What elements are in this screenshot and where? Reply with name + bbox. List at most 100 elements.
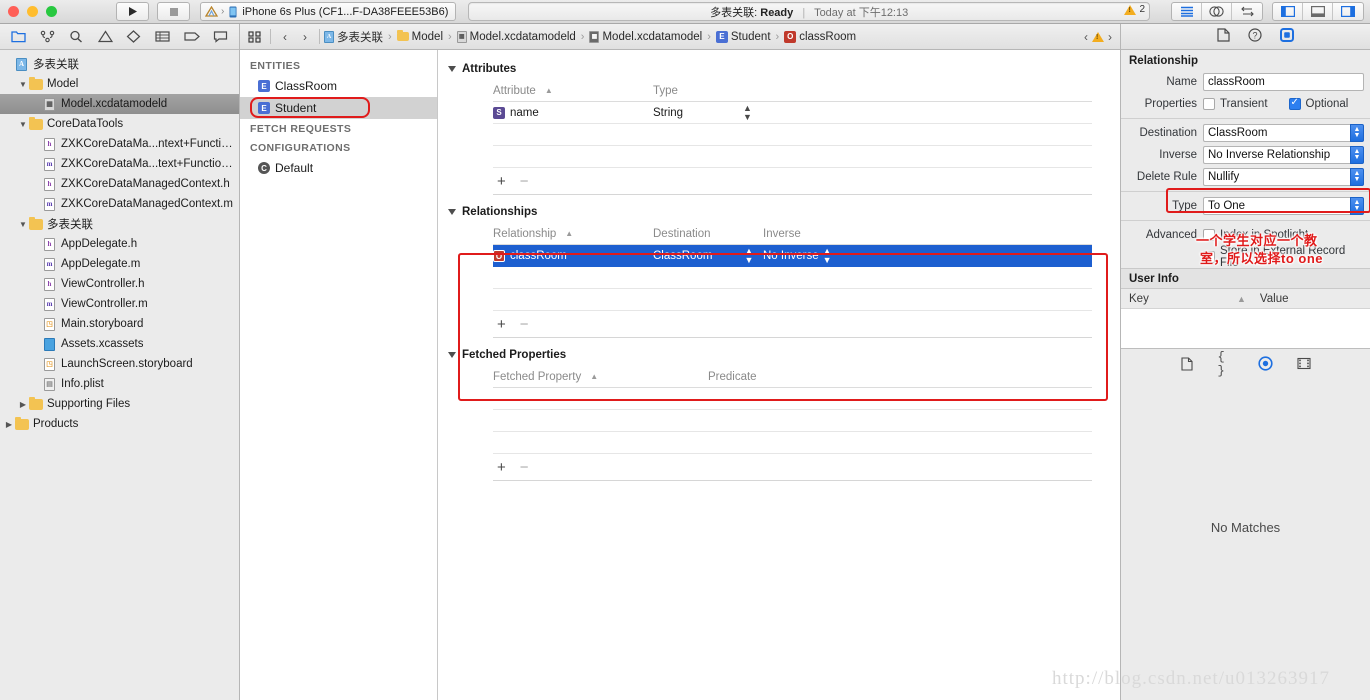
navigator-row[interactable]: ▼ 多表关联 <box>0 214 239 234</box>
disclosure-triangle[interactable]: · <box>4 60 14 69</box>
breadcrumb-item[interactable]: ▦ Model.xcdatamodeld <box>456 30 576 43</box>
breadcrumb-item[interactable]: E Student <box>715 30 771 43</box>
column-attribute[interactable]: Attribute ▲ <box>493 85 653 97</box>
breadcrumb-item[interactable]: ▦ Model.xcdatamodel <box>589 30 702 43</box>
column-fetched-property[interactable]: Fetched Property ▲ <box>493 371 708 383</box>
editor-mode-segment[interactable] <box>1171 2 1263 21</box>
stepper-icon[interactable]: ▲ ▼ <box>743 104 752 122</box>
disclosure-triangle[interactable]: · <box>32 260 42 269</box>
destination-popup[interactable]: ClassRoom ▲ ▼ <box>1203 124 1364 142</box>
disclosure-triangle[interactable]: · <box>32 200 42 209</box>
navigator-row[interactable]: ▶ Products <box>0 414 239 434</box>
column-predicate[interactable]: Predicate <box>708 371 868 383</box>
column-destination[interactable]: Destination <box>653 228 763 240</box>
standard-editor-button[interactable] <box>1172 3 1202 20</box>
stepper-icon[interactable]: ▲ ▼ <box>744 247 753 265</box>
navigator-row[interactable]: ·◳ LaunchScreen.storyboard <box>0 354 239 374</box>
disclosure-triangle[interactable]: · <box>32 320 42 329</box>
column-relationship[interactable]: Relationship ▲ <box>493 228 653 240</box>
close-button[interactable] <box>8 6 19 17</box>
add-relationship-button[interactable]: + <box>497 316 506 333</box>
disclosure-triangle[interactable]: · <box>32 180 42 189</box>
navigator-tab-breakpoint[interactable] <box>181 28 203 46</box>
navigator-tab-project[interactable] <box>7 28 29 46</box>
relationship-row-empty[interactable] <box>493 267 1092 289</box>
stepper-icon[interactable]: ▲ ▼ <box>823 247 832 265</box>
entities-outline-pane[interactable]: ENTITIES E ClassRoom E Student FETCH REQUESTS… <box>240 50 438 700</box>
navigator-row[interactable]: ·m ZXKCoreDataManagedContext.m <box>0 194 239 214</box>
navigator-tab-test[interactable] <box>123 28 145 46</box>
file-template-library-button[interactable] <box>1179 355 1196 372</box>
user-info-value-column[interactable]: Value <box>1260 293 1289 305</box>
navigate-forward-button[interactable]: › <box>295 30 315 44</box>
panel-toggle-segment[interactable] <box>1272 2 1364 21</box>
inspector-tab-help[interactable]: ? <box>1248 28 1262 45</box>
disclosure-triangle[interactable]: · <box>32 380 42 389</box>
column-inverse[interactable]: Inverse <box>763 228 883 240</box>
navigator-row[interactable]: ·h ZXKCoreDataMa...ntext+Function.h <box>0 134 239 154</box>
user-info-table-body[interactable] <box>1121 309 1370 348</box>
stop-button[interactable] <box>157 2 190 21</box>
relationships-header[interactable]: Relationships <box>438 201 1120 223</box>
warning-icon[interactable] <box>1092 31 1104 42</box>
maximize-button[interactable] <box>46 6 57 17</box>
disclosure-triangle[interactable]: · <box>32 280 42 289</box>
breadcrumb-item[interactable]: A 多表关联 <box>324 29 383 45</box>
navigator-row[interactable]: ▼ Model <box>0 74 239 94</box>
breadcrumb-item[interactable]: OclassRoom <box>784 30 856 43</box>
next-issue-button[interactable]: › <box>1108 30 1112 44</box>
navigator-tab-source-control[interactable] <box>36 28 58 46</box>
disclosure-triangle[interactable]: ▼ <box>18 120 28 129</box>
breadcrumb[interactable]: A 多表关联 › Model › ▦ Model.xcdatamodeld › ▦ Model.x… <box>324 29 1084 45</box>
toggle-navigator-button[interactable] <box>1273 3 1303 20</box>
disclosure-triangle[interactable]: · <box>32 140 42 149</box>
disclosure-triangle[interactable]: · <box>32 100 42 109</box>
navigator-row[interactable]: ·h AppDelegate.h <box>0 234 239 254</box>
remove-relationship-button[interactable]: − <box>520 316 529 333</box>
navigator-row[interactable]: ·m ZXKCoreDataMa...text+Function.m <box>0 154 239 174</box>
entity-row[interactable]: C Default <box>240 157 437 179</box>
attributes-header[interactable]: Attributes <box>438 58 1120 80</box>
fetched-property-row-empty[interactable] <box>493 388 1092 410</box>
disclosure-triangle[interactable]: ▶ <box>18 400 28 409</box>
navigator-row[interactable]: ·m AppDelegate.m <box>0 254 239 274</box>
inverse-popup[interactable]: No Inverse Relationship ▲ ▼ <box>1203 146 1364 164</box>
media-library-button[interactable] <box>1296 355 1313 372</box>
add-attribute-button[interactable]: + <box>497 173 506 190</box>
attribute-row-empty[interactable] <box>493 146 1092 168</box>
minimize-button[interactable] <box>27 6 38 17</box>
disclosure-triangle[interactable]: · <box>32 160 42 169</box>
remove-fetched-property-button[interactable]: − <box>520 459 529 476</box>
navigator-row[interactable]: · Assets.xcassets <box>0 334 239 354</box>
navigator-row[interactable]: ·h ZXKCoreDataManagedContext.h <box>0 174 239 194</box>
navigator-tab-report[interactable] <box>210 28 232 46</box>
navigator-row[interactable]: ·m ViewController.m <box>0 294 239 314</box>
navigate-back-button[interactable]: ‹ <box>275 30 295 44</box>
transient-checkbox[interactable] <box>1203 98 1215 110</box>
disclosure-triangle[interactable]: · <box>32 300 42 309</box>
entity-row[interactable]: E Student <box>240 97 437 119</box>
fetched-properties-header[interactable]: Fetched Properties <box>438 344 1120 366</box>
remove-attribute-button[interactable]: − <box>520 173 529 190</box>
relationship-inverse-cell[interactable]: No Inverse ▲ ▼ <box>763 247 883 265</box>
store-in-external-record-checkbox[interactable] <box>1203 251 1215 263</box>
toggle-inspector-button[interactable] <box>1333 3 1363 20</box>
version-editor-button[interactable] <box>1232 3 1262 20</box>
navigator-row[interactable]: ·h ViewController.h <box>0 274 239 294</box>
navigator-row[interactable]: ·▦ Model.xcdatamodeld <box>0 94 239 114</box>
project-navigator-list[interactable]: ·A多表关联▼Model·▦Model.xcdatamodeld▼CoreDat… <box>0 50 239 700</box>
assistant-editor-button[interactable] <box>1202 3 1232 20</box>
relationship-destination-cell[interactable]: ClassRoom ▲ ▼ <box>653 247 763 265</box>
index-in-spotlight-checkbox[interactable] <box>1203 229 1215 241</box>
relationship-name-cell[interactable]: O classRoom <box>493 250 653 262</box>
fetched-property-row-empty[interactable] <box>493 432 1092 454</box>
code-snippet-library-button[interactable]: { } <box>1218 350 1235 378</box>
toggle-debug-button[interactable] <box>1303 3 1333 20</box>
navigator-tab-issues[interactable] <box>94 28 116 46</box>
name-input[interactable]: classRoom <box>1203 73 1364 91</box>
attribute-name-cell[interactable]: S name <box>493 106 653 119</box>
attribute-type-cell[interactable]: String ▲ ▼ <box>653 104 813 122</box>
relationship-row[interactable]: O classRoom ClassRoom ▲ ▼ No Inverse ▲ ▼ <box>493 245 1092 267</box>
scheme-selector[interactable]: › iPhone 6s Plus (CF1...F-DA38FEEE53B6) <box>200 2 457 21</box>
disclosure-triangle[interactable]: ▶ <box>4 420 14 429</box>
